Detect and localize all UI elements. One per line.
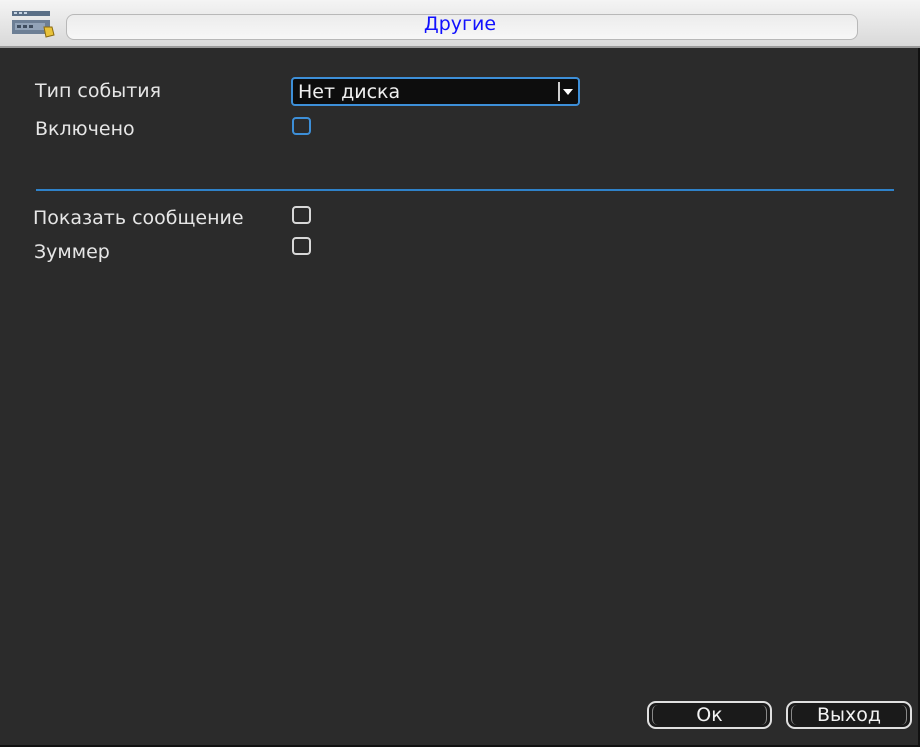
ok-button[interactable]: Ок [647,701,772,729]
buzzer-label: Зуммер [34,241,110,263]
enabled-checkbox[interactable] [292,117,311,135]
show-message-label: Показать сообщение [33,207,244,229]
exit-button[interactable]: Выход [786,701,912,729]
event-type-value: Нет диска [298,81,401,103]
show-message-checkbox[interactable] [292,206,311,224]
section-divider [36,189,894,191]
ok-button-label: Ок [696,704,723,726]
settings-window: Другие Тип события Нет диска Включено По… [0,0,920,747]
title-bar: Другие [0,0,920,48]
exit-button-label: Выход [816,704,882,726]
enabled-label: Включено [35,118,135,140]
dropdown-button[interactable] [558,82,575,101]
chevron-down-icon [563,89,573,95]
window-title: Другие [423,13,497,35]
event-type-label: Тип события [35,80,162,102]
buzzer-checkbox[interactable] [292,237,311,255]
event-type-select[interactable]: Нет диска [291,77,580,106]
